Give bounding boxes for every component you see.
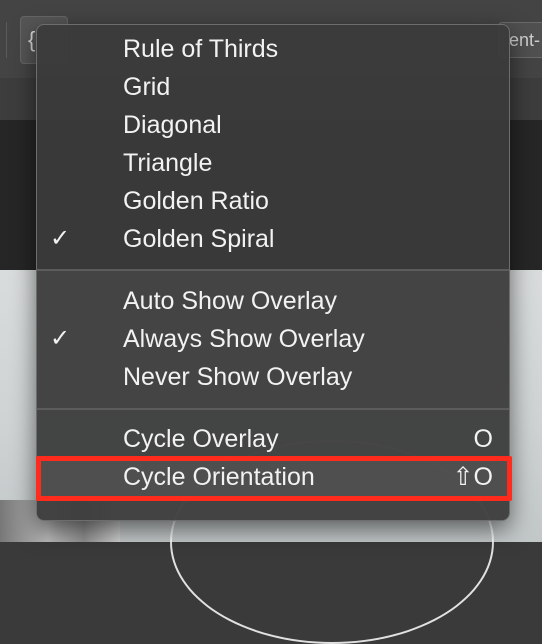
- menu-item-label: Always Show Overlay: [123, 325, 365, 353]
- menu-item-label: Golden Spiral: [123, 225, 275, 253]
- menu-item-cycle-orientation[interactable]: Cycle Orientation ⇧O: [37, 458, 509, 496]
- menu-item-label: Rule of Thirds: [123, 35, 279, 63]
- checkmark-icon: ✓: [49, 225, 71, 252]
- toolbar-divider: [6, 22, 7, 58]
- menu-item-label: Triangle: [123, 149, 213, 177]
- menu-separator: [37, 408, 509, 410]
- keyboard-shortcut: O: [473, 425, 493, 453]
- menu-item-label: Golden Ratio: [123, 187, 269, 215]
- menu-item-label: Grid: [123, 73, 171, 101]
- menu-item-rule-of-thirds[interactable]: Rule of Thirds: [37, 30, 509, 68]
- menu-item-golden-ratio[interactable]: Golden Ratio: [37, 182, 509, 220]
- menu-item-label: Cycle Overlay: [123, 425, 279, 453]
- checkmark-icon: ✓: [49, 325, 71, 352]
- menu-item-never-show-overlay[interactable]: Never Show Overlay: [37, 358, 509, 396]
- menu-item-triangle[interactable]: Triangle: [37, 144, 509, 182]
- overlay-dropdown-menu: Rule of Thirds Grid Diagonal Triangle Go…: [36, 24, 510, 521]
- menu-item-label: Auto Show Overlay: [123, 287, 337, 315]
- menu-item-label: Never Show Overlay: [123, 363, 353, 391]
- keyboard-shortcut: ⇧O: [452, 463, 493, 491]
- menu-item-label: Diagonal: [123, 111, 222, 139]
- menu-item-auto-show-overlay[interactable]: Auto Show Overlay: [37, 282, 509, 320]
- menu-item-diagonal[interactable]: Diagonal: [37, 106, 509, 144]
- menu-separator: [37, 269, 509, 271]
- menu-item-grid[interactable]: Grid: [37, 68, 509, 106]
- menu-item-label: Cycle Orientation: [123, 463, 315, 491]
- menu-item-cycle-overlay[interactable]: Cycle Overlay O: [37, 420, 509, 458]
- menu-item-always-show-overlay[interactable]: ✓ Always Show Overlay: [37, 320, 509, 358]
- menu-item-golden-spiral[interactable]: ✓ Golden Spiral: [37, 220, 509, 258]
